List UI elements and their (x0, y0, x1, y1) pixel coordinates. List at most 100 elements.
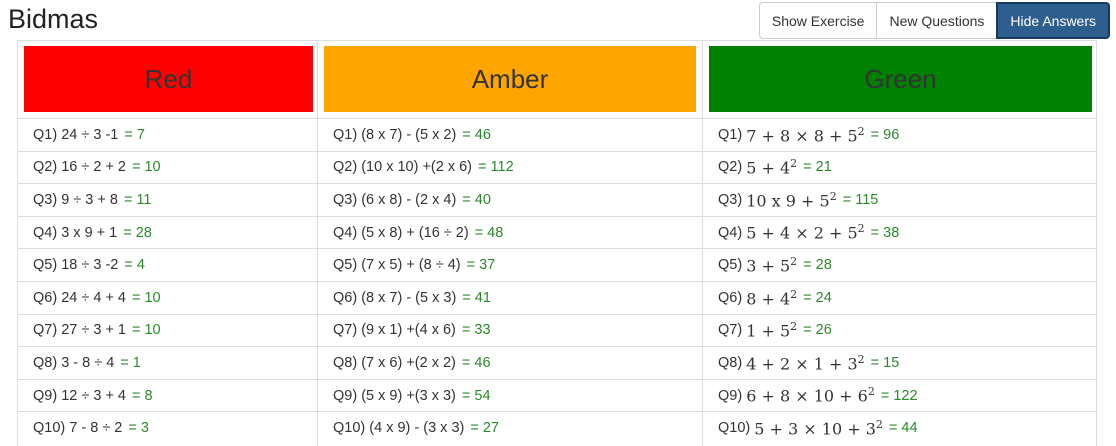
question-row: Q1) 24 ÷ 3 -1 = 7 (18, 118, 317, 151)
answer: = 10 (132, 159, 161, 176)
question-expression: 7 - 8 ÷ 2 (69, 420, 123, 437)
exponent: 2 (790, 255, 798, 268)
question-label: Q2) (333, 159, 358, 176)
question-row: Q9) (5 x 9) +(3 x 3) = 54 (318, 378, 702, 412)
question-expression: 1 + 52 (746, 320, 798, 341)
questions-grid: Red Q1) 24 ÷ 3 -1 = 7 Q2) 16 ÷ 2 + 2 = 10 Q3… (17, 40, 1097, 446)
answer: = 27 (470, 420, 499, 437)
question-row: Q5) (7 x 5) + (8 ÷ 4) = 37 (318, 248, 702, 281)
answer: = 112 (478, 159, 514, 176)
answer: = 3 (128, 420, 149, 437)
question-expression: 5 + 42 (746, 157, 798, 178)
header-red: Red (24, 46, 313, 112)
answer: = 4 (124, 257, 145, 274)
question-expression: (9 x 1) +(4 x 6) (361, 322, 456, 339)
question-row: Q8) (7 x 6) +(2 x 2) = 46 (318, 346, 702, 379)
question-expression: 3 x 9 + 1 (61, 224, 118, 241)
question-label: Q10) (33, 420, 66, 437)
question-expression: 3 - 8 ÷ 4 (61, 354, 115, 371)
question-row: Q3) 10 x 9 + 52 = 115 (703, 183, 1096, 216)
question-label: Q8) (33, 354, 58, 371)
exponent: 2 (829, 189, 837, 203)
question-label: Q2) (33, 159, 58, 176)
hide-answers-button[interactable]: Hide Answers (996, 2, 1110, 39)
question-label: Q10) (718, 420, 751, 437)
show-exercise-button[interactable]: Show Exercise (758, 2, 878, 39)
answer: = 44 (888, 420, 918, 437)
question-row: Q9) 6 + 8 × 10 + 62 = 122 (703, 378, 1096, 412)
answer: = 37 (466, 257, 496, 274)
question-row: Q1) (8 x 7) - (5 x 2) = 46 (318, 118, 702, 151)
answer: = 48 (474, 224, 504, 241)
question-expression: 5 + 4 × 2 + 52 (746, 222, 865, 243)
answer: = 40 (462, 191, 491, 208)
question-row: Q2) 16 ÷ 2 + 2 = 10 (18, 150, 317, 184)
question-row: Q2) 5 + 42 = 21 (703, 150, 1096, 184)
question-expression: (10 x 10) +(2 x 6) (361, 159, 473, 176)
question-label: Q4) (333, 224, 358, 241)
question-label: Q1) (33, 126, 58, 143)
question-expression: (8 x 7) - (5 x 2) (361, 126, 457, 143)
question-label: Q9) (333, 387, 358, 404)
question-expression: 10 x 9 + 52 (746, 189, 837, 211)
answer: = 28 (803, 257, 832, 274)
answer: = 38 (870, 224, 900, 241)
question-expression: (8 x 7) - (5 x 3) (361, 289, 457, 306)
question-label: Q2) (718, 159, 743, 176)
question-label: Q5) (333, 257, 358, 274)
question-row: Q8) 4 + 2 × 1 + 32 = 15 (703, 346, 1096, 379)
question-label: Q4) (33, 224, 58, 241)
question-label: Q7) (333, 322, 358, 339)
exponent: 2 (790, 320, 798, 334)
question-label: Q8) (718, 354, 743, 371)
question-label: Q3) (33, 191, 58, 208)
answer: = 54 (461, 387, 491, 404)
question-expression: 6 + 8 × 10 + 62 (746, 385, 875, 406)
column-amber: Amber Q1) (8 x 7) - (5 x 2) = 46 Q2) (10 x… (317, 41, 702, 446)
question-label: Q7) (718, 322, 743, 339)
answer: = 10 (132, 322, 161, 339)
question-row: Q10) 5 + 3 × 10 + 32 = 44 (703, 411, 1096, 444)
toolbar: Show Exercise New Questions Hide Answers (758, 2, 1110, 39)
question-row: Q6) 8 + 42 = 24 (703, 280, 1096, 314)
question-row: Q3) (6 x 8) - (2 x 4) = 40 (318, 183, 702, 216)
question-row: Q7) (9 x 1) +(4 x 6) = 33 (318, 313, 702, 347)
answer: = 8 (132, 387, 153, 404)
answer: = 11 (123, 191, 152, 208)
new-questions-button[interactable]: New Questions (876, 2, 998, 39)
answer: = 24 (803, 289, 832, 306)
question-label: Q9) (33, 387, 58, 404)
question-row: Q6) 24 ÷ 4 + 4 = 10 (18, 280, 317, 314)
question-label: Q9) (718, 387, 743, 404)
page-title: Bidmas (8, 4, 99, 34)
exponent: 2 (857, 124, 865, 138)
question-row: Q3) 9 ÷ 3 + 8 = 11 (18, 183, 317, 216)
exponent: 2 (875, 417, 883, 431)
question-expression: 9 ÷ 3 + 8 (61, 191, 118, 208)
question-row: Q4) 5 + 4 × 2 + 52 = 38 (703, 215, 1096, 249)
answer: = 33 (461, 322, 491, 339)
question-expression: 27 ÷ 3 + 1 (61, 322, 126, 339)
question-expression: 18 ÷ 3 -2 (61, 257, 119, 274)
question-expression: 24 ÷ 4 + 4 (61, 289, 126, 306)
exponent: 2 (790, 287, 798, 301)
exponent: 2 (867, 385, 875, 399)
question-expression: (4 x 9) - (3 x 3) (369, 420, 465, 437)
answer: = 1 (120, 354, 141, 371)
question-row: Q7) 27 ÷ 3 + 1 = 10 (18, 313, 317, 347)
question-label: Q3) (333, 191, 358, 208)
question-row: Q4) (5 x 8) + (16 ÷ 2) = 48 (318, 215, 702, 249)
question-expression: 7 + 8 × 8 + 52 (746, 124, 865, 145)
question-expression: (7 x 5) + (8 ÷ 4) (361, 257, 461, 274)
question-expression: 4 + 2 × 1 + 32 (746, 352, 865, 374)
question-row: Q7) 1 + 52 = 26 (703, 313, 1096, 347)
header-amber: Amber (324, 46, 696, 112)
question-expression: (5 x 9) +(3 x 3) (361, 387, 456, 404)
question-list-green: Q1) 7 + 8 × 8 + 52 = 96 Q2) 5 + 42 = 21 Q3) … (703, 118, 1096, 444)
question-label: Q5) (718, 257, 743, 274)
question-label: Q8) (333, 354, 358, 371)
column-red: Red Q1) 24 ÷ 3 -1 = 7 Q2) 16 ÷ 2 + 2 = 10 Q3… (17, 41, 317, 446)
answer: = 15 (870, 354, 900, 371)
question-row: Q2) (10 x 10) +(2 x 6) = 112 (318, 150, 702, 184)
answer: = 122 (880, 387, 918, 404)
